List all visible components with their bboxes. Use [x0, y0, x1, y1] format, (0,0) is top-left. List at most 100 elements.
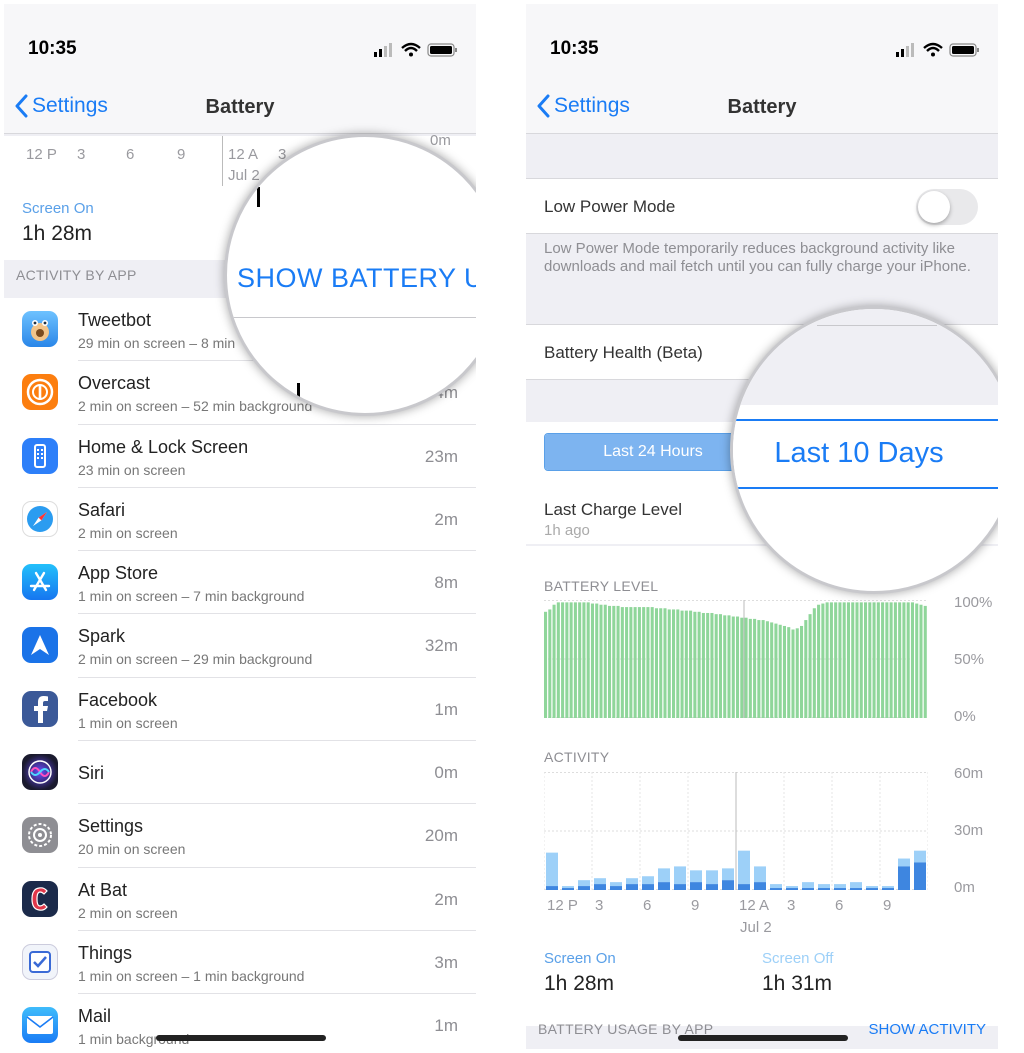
screen-on-bar: [578, 886, 590, 890]
list-item[interactable]: Siri 0m: [4, 741, 476, 805]
battery-bar: [748, 618, 752, 718]
last-charge-label: Last Charge Level: [544, 500, 682, 519]
list-item[interactable]: At Bat 2 min on screen 2m: [4, 868, 476, 931]
battery-bar: [923, 605, 927, 718]
battery-bar: [561, 602, 565, 718]
battery-bar: [629, 607, 633, 718]
screen-on-bar: [562, 888, 574, 890]
battery-bar: [578, 602, 582, 718]
list-item[interactable]: Facebook 1 min on screen 1m: [4, 678, 476, 742]
battery-bar: [650, 607, 654, 718]
battery-bar: [616, 605, 620, 718]
battery-bar: [795, 628, 799, 718]
wifi-icon: [401, 42, 421, 57]
overcast-icon: [22, 374, 58, 411]
battery-bar: [590, 603, 594, 718]
screen-off-bar: [866, 886, 878, 889]
spark-icon: [22, 627, 58, 664]
app-name: Overcast: [78, 373, 151, 394]
battery-bar: [633, 607, 637, 718]
magnified-segment: Last 10 Days: [733, 419, 998, 489]
app-usage: 1 min on screen – 7 min background: [78, 588, 305, 605]
app-duration: 1m: [434, 1016, 458, 1036]
show-battery-usage-link[interactable]: SHOW BATTERY USA: [237, 263, 476, 294]
battery-bar: [552, 604, 556, 718]
battery-bar: [906, 602, 910, 718]
nav-bar: Settings Battery: [526, 84, 998, 134]
battery-bar: [565, 602, 569, 718]
tweetbot-icon: [22, 311, 58, 347]
low-power-mode-toggle[interactable]: [916, 189, 978, 225]
battery-bar: [753, 618, 757, 718]
app-usage: 2 min on screen: [78, 524, 178, 541]
screen-off-bar: [818, 884, 830, 889]
magnified-tab-last-10-days[interactable]: Last 10 Days: [733, 437, 985, 470]
magnified-separator: [227, 317, 476, 318]
battery-bar: [800, 625, 804, 718]
screen-on-bar: [882, 888, 894, 890]
app-name: Safari: [78, 499, 126, 520]
screen-on-label: Screen On: [544, 950, 616, 967]
screen-on-bar: [642, 884, 654, 890]
mail-icon: [22, 1007, 58, 1044]
signal-icon: [896, 43, 914, 57]
siri-icon: [22, 754, 58, 791]
app-duration: 0m: [434, 763, 458, 783]
screen-off-bar: [850, 882, 862, 889]
app-duration: 20m: [424, 826, 458, 846]
list-item[interactable]: Spark 2 min on screen – 29 min backgroun…: [4, 614, 476, 678]
y-tick-label: 30m: [954, 822, 984, 839]
battery-bar: [701, 612, 705, 718]
magnified-separator: [817, 325, 937, 326]
battery-bar: [872, 602, 876, 718]
screen-on-bar: [626, 884, 638, 890]
list-item[interactable]: Home & Lock Screen 23 min on screen 23m: [4, 425, 476, 488]
screen-off-bar: [562, 886, 574, 889]
battery-bar: [684, 610, 688, 718]
low-power-mode-row: Low Power Mode: [526, 178, 998, 234]
app-name: Things: [78, 942, 133, 963]
x-tick-date: Jul 2: [740, 919, 772, 936]
x-tick-label: 9: [177, 146, 186, 163]
battery-bar: [859, 602, 863, 718]
x-tick-label: 6: [835, 897, 844, 914]
screen-off-bar: [546, 852, 558, 887]
screen-on-bar: [658, 882, 670, 890]
screen-on-bar: [610, 886, 622, 890]
list-item[interactable]: Safari 2 min on screen 2m: [4, 488, 476, 552]
day-divider: [222, 136, 223, 186]
screen-on-bar: [850, 888, 862, 890]
at-bat-icon: [22, 880, 58, 917]
battery-bar: [804, 620, 808, 718]
battery-bar: [876, 602, 880, 718]
home-indicator[interactable]: [156, 1035, 326, 1041]
battery-bar: [586, 602, 590, 718]
home-indicator[interactable]: [678, 1035, 848, 1041]
battery-bar: [693, 611, 697, 718]
screen-on-bar: [786, 888, 798, 890]
battery-bar: [821, 603, 825, 718]
x-tick-label: 9: [883, 897, 892, 914]
wifi-icon: [923, 42, 943, 57]
tab-last-24-hours[interactable]: Last 24 Hours: [545, 434, 761, 470]
app-usage: 29 min on screen – 8 min: [78, 335, 236, 351]
battery-bar: [765, 621, 769, 718]
battery-bar: [864, 602, 868, 718]
list-item[interactable]: Settings 20 min on screen 20m: [4, 804, 476, 868]
screen-on-bar: [818, 888, 830, 890]
right-phone-screen: 10:35 Settings Battery Low Power Mode Lo…: [526, 4, 998, 1049]
nav-bar: Settings Battery: [4, 84, 476, 134]
x-tick-label: 12 P: [26, 146, 57, 163]
list-item[interactable]: Things 1 min on screen – 1 min backgroun…: [4, 931, 476, 995]
screen-on-bar: [866, 888, 878, 890]
screen-off-bar: [770, 884, 782, 889]
activity-chart: [544, 772, 928, 890]
battery-bar: [744, 617, 748, 718]
screen-off-bar: [690, 870, 702, 883]
battery-bar: [667, 609, 671, 718]
battery-bar: [706, 612, 710, 718]
show-activity-link[interactable]: SHOW ACTIVITY: [868, 1021, 986, 1038]
list-item[interactable]: App Store 1 min on screen – 7 min backgr…: [4, 551, 476, 615]
app-duration: 32m: [424, 636, 458, 656]
x-tick-label: 6: [643, 897, 652, 914]
